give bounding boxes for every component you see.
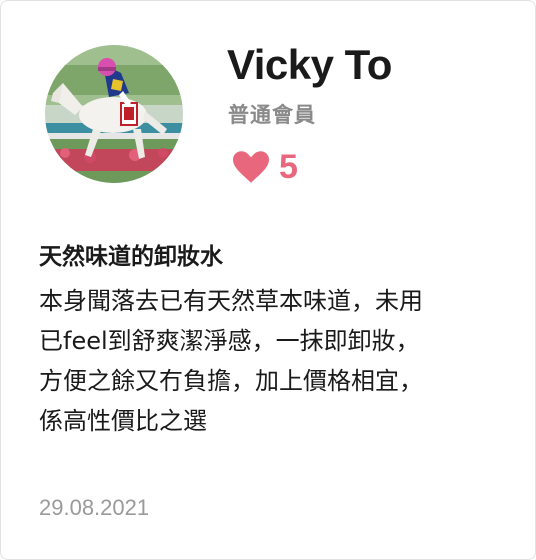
review-body-line: 方便之餘又冇負擔，加上價格相宜，	[39, 367, 423, 395]
review-date: 29.08.2021	[39, 495, 150, 520]
review-body-line: 本身聞落去已有天然草本味道，未用	[39, 287, 423, 315]
avatar-photo	[45, 45, 183, 183]
heart-icon	[233, 151, 269, 183]
review-body: 本身聞落去已有天然草本味道，未用 已feel到舒爽潔淨感，一抹即卸妝， 方便之餘…	[39, 281, 509, 441]
like-count: 5	[279, 148, 298, 186]
user-name: Vicky To	[227, 41, 392, 88]
like-button[interactable]: 5	[233, 147, 298, 187]
review-title: 天然味道的卸妝水	[39, 244, 223, 270]
avatar[interactable]	[45, 45, 183, 183]
review-body-line: 已feel到舒爽潔淨感，一抹即卸妝，	[39, 327, 420, 355]
user-role-label: 普通會員	[228, 103, 316, 127]
review-card: Vicky To 普通會員 5 天然味道的卸妝水 本身聞落去已有天然草本味道，未…	[0, 0, 536, 560]
review-body-line: 係高性價比之選	[39, 407, 207, 435]
